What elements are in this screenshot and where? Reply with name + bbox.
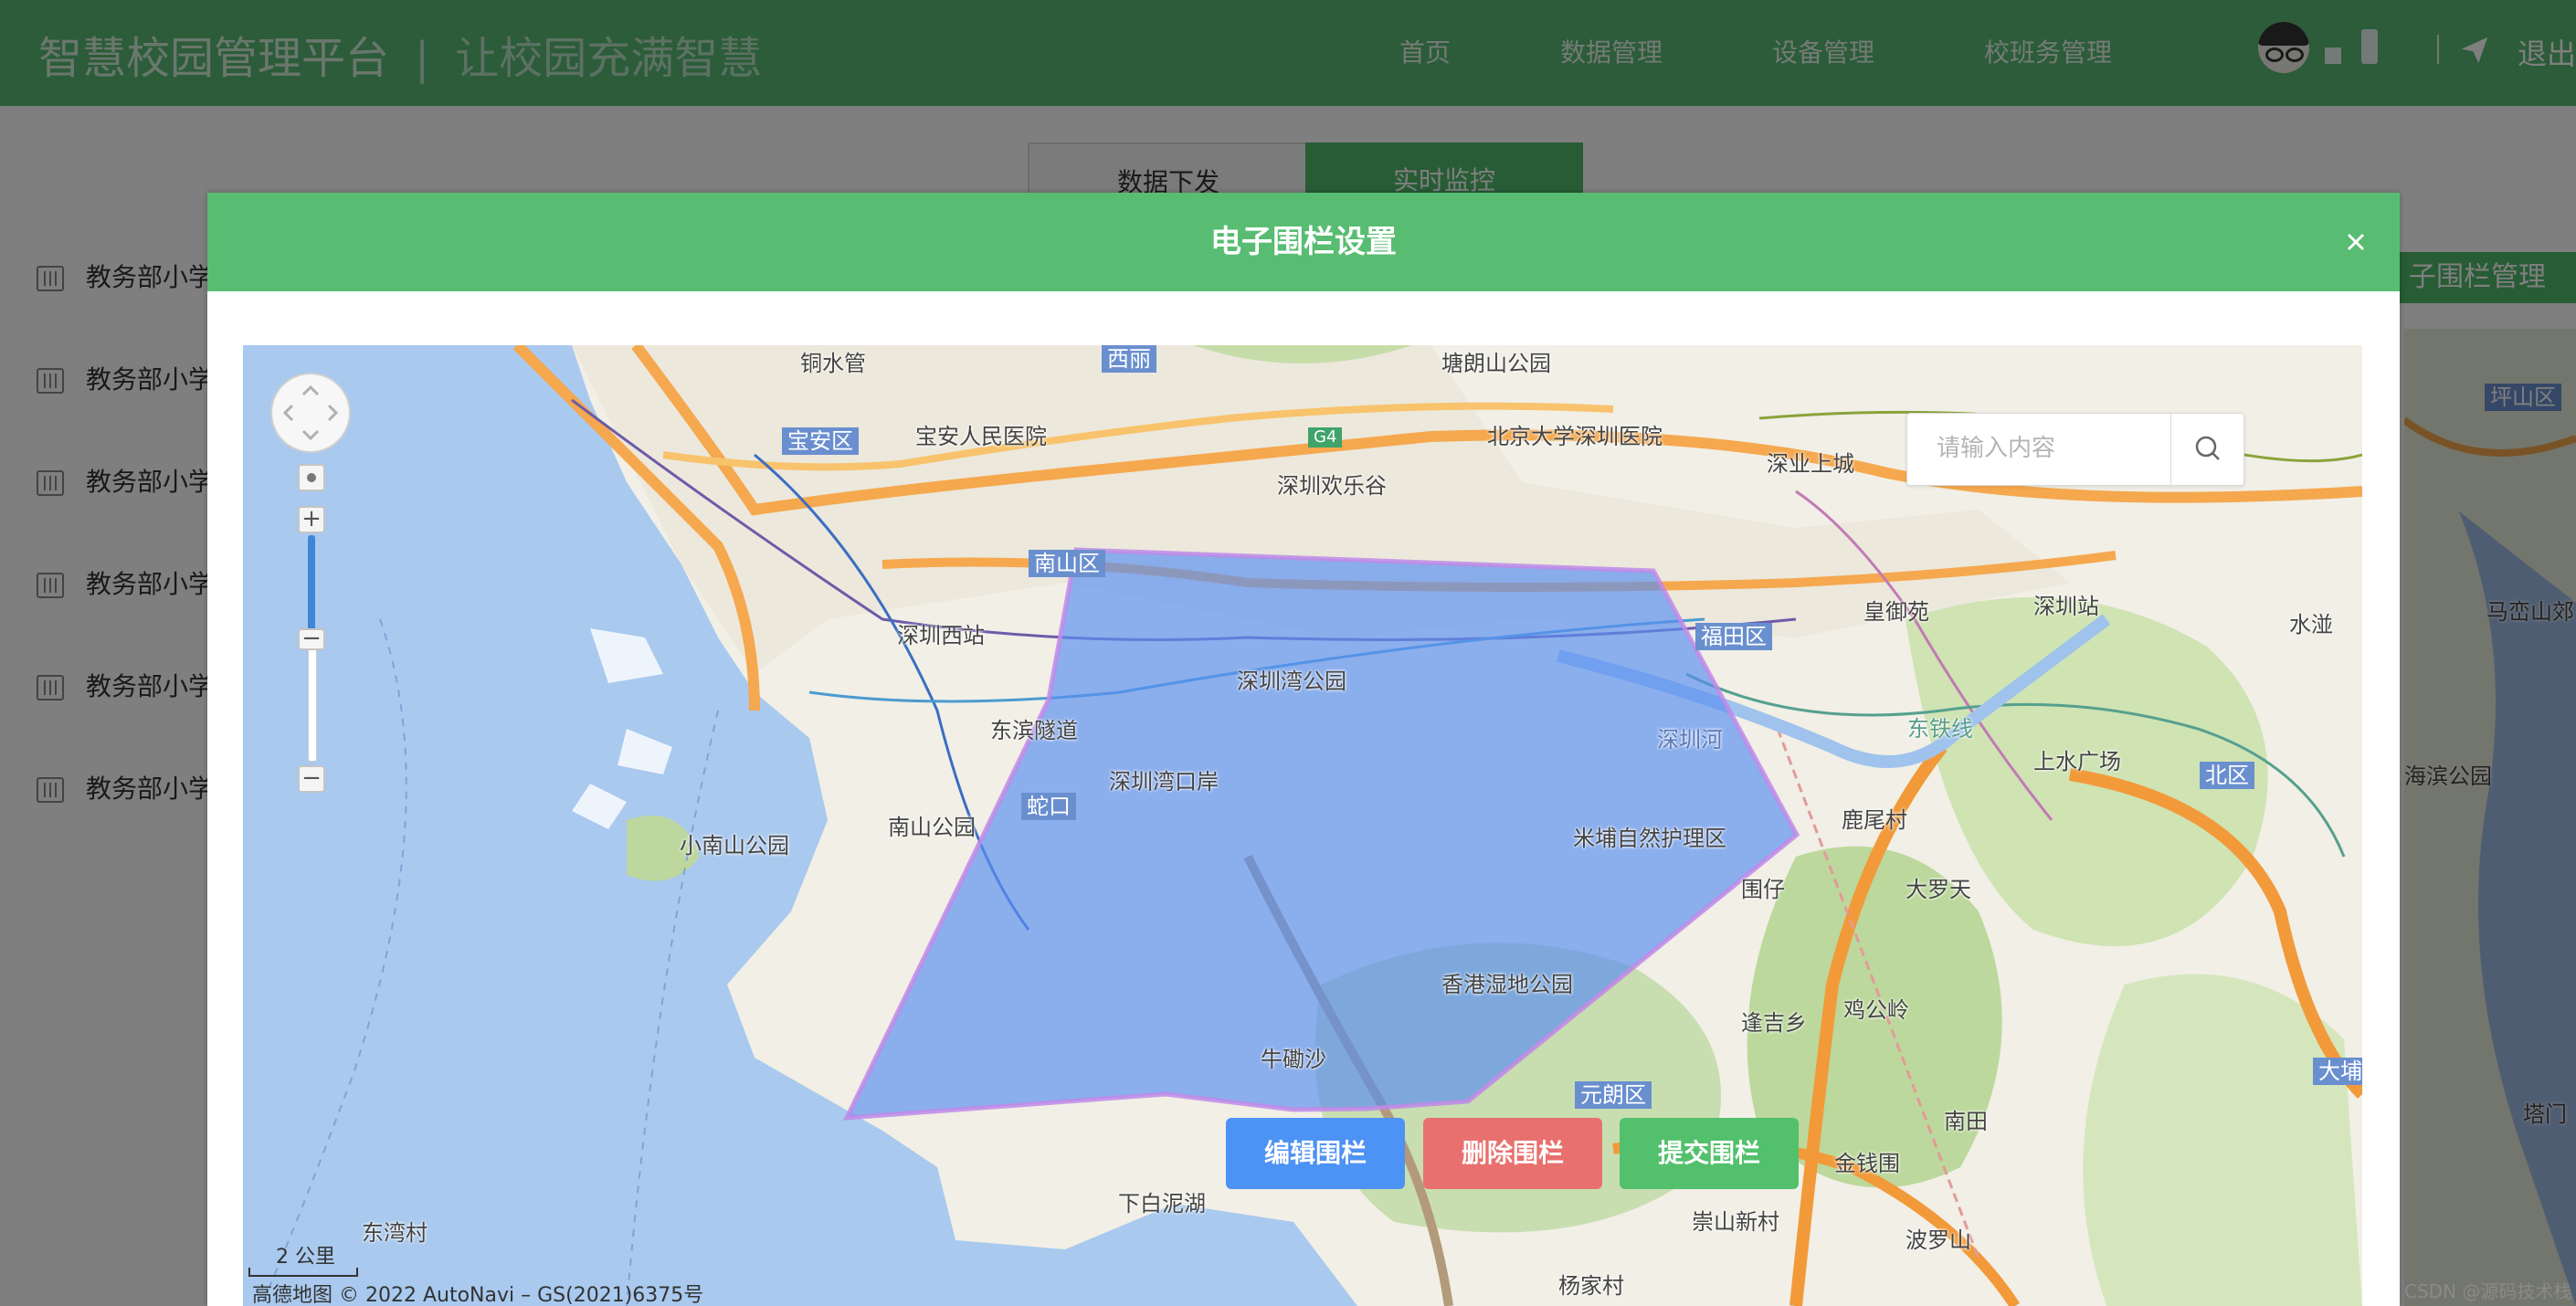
- map-label: 深圳湾口岸: [1109, 769, 1219, 795]
- map-label: 香港湿地公园: [1441, 972, 1573, 997]
- map-label: 鸡公岭: [1843, 997, 1909, 1023]
- map-label: 宝安人民医院: [915, 424, 1047, 449]
- map-label: 深圳湾公园: [1237, 669, 1346, 694]
- map-label: 东滨隧道: [990, 718, 1078, 743]
- map-label: 牛磡沙: [1261, 1047, 1326, 1072]
- map-label: 小南山公园: [680, 833, 789, 858]
- map-copyright: 高德地图 © 2022 AutoNavi – GS(2021)6375号: [252, 1284, 704, 1306]
- zoom-level-fill: [308, 535, 315, 634]
- map-label: 南山区: [1029, 550, 1105, 577]
- close-icon[interactable]: [2338, 224, 2374, 260]
- map-label: 深业上城: [1767, 451, 1854, 477]
- map-label: 西丽: [1102, 345, 1156, 373]
- zoom-control: + − −: [298, 464, 325, 848]
- map-search: [1906, 413, 2244, 486]
- map-label: 上水广场: [2033, 749, 2121, 774]
- map-label: G4: [1308, 427, 1343, 448]
- zoom-out-button[interactable]: −: [298, 765, 325, 793]
- map-label: 北区: [2200, 762, 2254, 789]
- map-label: 北京大学深圳医院: [1487, 424, 1663, 449]
- delete-fence-button[interactable]: 删除围栏: [1423, 1118, 1602, 1189]
- pan-control[interactable]: [270, 373, 351, 453]
- map-label: 南田: [1944, 1109, 1988, 1134]
- watermark: CSDN @源码技术栈: [2404, 1280, 2572, 1302]
- map-label: 围仔: [1741, 877, 1785, 902]
- map-label: 东铁线: [1907, 716, 1973, 742]
- map-label: 崇山新村: [1692, 1209, 1779, 1235]
- locate-button[interactable]: [298, 464, 325, 491]
- submit-fence-button[interactable]: 提交围栏: [1620, 1118, 1799, 1189]
- map-label: 深圳西站: [897, 623, 985, 648]
- map-label: 福田区: [1695, 623, 1772, 650]
- map-scale-label: 2 公里: [276, 1246, 335, 1269]
- search-icon[interactable]: [2170, 414, 2244, 485]
- map-label: 宝安区: [782, 427, 859, 455]
- map-label: 逢吉乡: [1741, 1010, 1807, 1036]
- search-input[interactable]: [1907, 414, 2170, 483]
- map-label: 蛇口: [1021, 793, 1076, 820]
- map-scale-bar: [248, 1268, 358, 1277]
- map-label: 杨家村: [1558, 1273, 1624, 1299]
- map-label: 波罗山: [1906, 1227, 1971, 1253]
- map-label: 大罗天: [1906, 877, 1971, 902]
- map-label: 米埔自然护理区: [1573, 826, 1726, 851]
- fence-settings-dialog: 电子围栏设置 铜水管 西丽 塘朗山公园 宝安区 宝安人民医院 G4 北京大学深圳…: [207, 193, 2400, 1306]
- dialog-title: 电子围栏设置: [1210, 224, 1397, 260]
- dialog-header: 电子围栏设置: [207, 193, 2400, 291]
- map-label: 水湴: [2289, 612, 2333, 637]
- map-label: 深圳欢乐谷: [1277, 473, 1387, 499]
- map-label: 南山公园: [888, 815, 976, 840]
- pan-arrows-icon: [282, 384, 339, 441]
- map-label: 元朗区: [1575, 1081, 1652, 1109]
- zoom-track-bar[interactable]: [308, 634, 317, 762]
- map-label: 东湾村: [362, 1220, 428, 1246]
- zoom-slider-handle[interactable]: −: [298, 627, 325, 650]
- map-label: 鹿尾村: [1842, 807, 1907, 833]
- map-label: 下白泥湖: [1118, 1191, 1206, 1216]
- edit-fence-button[interactable]: 编辑围栏: [1226, 1118, 1405, 1189]
- map-label: 金钱围: [1834, 1151, 1900, 1176]
- map-label: 深圳站: [2033, 594, 2099, 619]
- map-label: 塘朗山公园: [1441, 351, 1551, 376]
- map-label: 铜水管: [800, 351, 866, 376]
- map-label: 深圳河: [1657, 727, 1723, 753]
- map-label: 皇御苑: [1863, 599, 1929, 625]
- map-label: 大埔: [2313, 1058, 2362, 1085]
- map-view[interactable]: 铜水管 西丽 塘朗山公园 宝安区 宝安人民医院 G4 北京大学深圳医院 深业上城…: [243, 345, 2362, 1306]
- zoom-in-button[interactable]: +: [298, 506, 325, 533]
- locate-icon: [307, 473, 316, 482]
